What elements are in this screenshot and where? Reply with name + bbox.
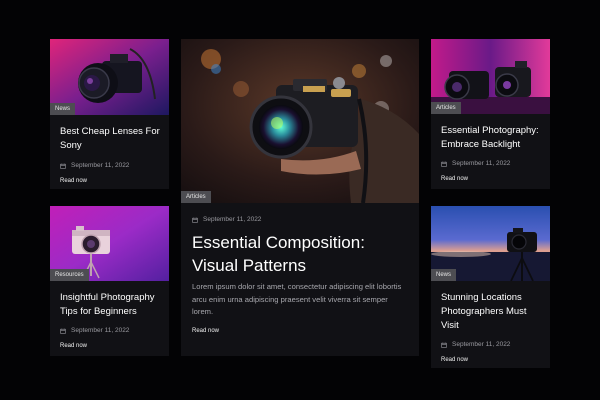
post-thumbnail[interactable]: News [431,206,550,281]
hand-holding-fujifilm-camera-photo [181,39,419,203]
post-title[interactable]: Stunning Locations Photographers Must Vi… [441,291,542,333]
featured-post-card[interactable]: Articles September 11, 2022 Essential Co… [181,39,419,356]
post-thumbnail[interactable]: News [50,39,169,115]
category-badge[interactable]: Resources [50,269,89,281]
post-card-locations[interactable]: News Stunning Locations Photographers Mu… [431,206,550,368]
calendar-icon [441,161,447,167]
post-thumbnail[interactable]: Resources [50,206,169,281]
post-thumbnail[interactable]: Articles [181,39,419,203]
post-date: September 11, 2022 [192,216,405,223]
date-text: September 11, 2022 [71,162,130,169]
date-text: September 11, 2022 [452,160,511,167]
calendar-icon [60,328,66,334]
category-badge[interactable]: News [50,103,76,115]
post-title[interactable]: Insightful Photography Tips for Beginner… [60,291,161,319]
post-date: September 11, 2022 [441,341,542,348]
post-title[interactable]: Essential Photography: Embrace Backlight [441,124,542,152]
post-excerpt: Lorem ipsum dolor sit amet, consectetur … [192,282,402,316]
calendar-icon [60,163,66,169]
post-title[interactable]: Best Cheap Lenses For Sony [60,125,161,153]
read-now-link[interactable]: Read now [441,176,468,182]
post-card-lenses[interactable]: News Best Cheap Lenses For Sony Septembe… [50,39,169,189]
read-now-link[interactable]: Read now [60,178,87,184]
category-badge[interactable]: Articles [181,191,211,203]
read-now-link[interactable]: Read now [441,357,468,363]
read-now-link[interactable]: Read now [60,343,87,349]
date-text: September 11, 2022 [71,327,130,334]
category-badge[interactable]: Articles [431,102,461,114]
post-date: September 11, 2022 [60,327,161,334]
date-text: September 11, 2022 [203,216,262,223]
read-now-link[interactable]: Read now [192,328,219,334]
calendar-icon [441,342,447,348]
calendar-icon [192,217,198,223]
post-date: September 11, 2022 [60,162,161,169]
post-title[interactable]: Essential Composition: Visual Patterns [192,231,405,277]
post-thumbnail[interactable]: Articles [431,39,550,114]
date-text: September 11, 2022 [452,341,511,348]
post-date: September 11, 2022 [441,160,542,167]
post-card-backlight[interactable]: Articles Essential Photography: Embrace … [431,39,550,189]
category-badge[interactable]: News [431,269,457,281]
post-card-beginners[interactable]: Resources Insightful Photography Tips fo… [50,206,169,356]
